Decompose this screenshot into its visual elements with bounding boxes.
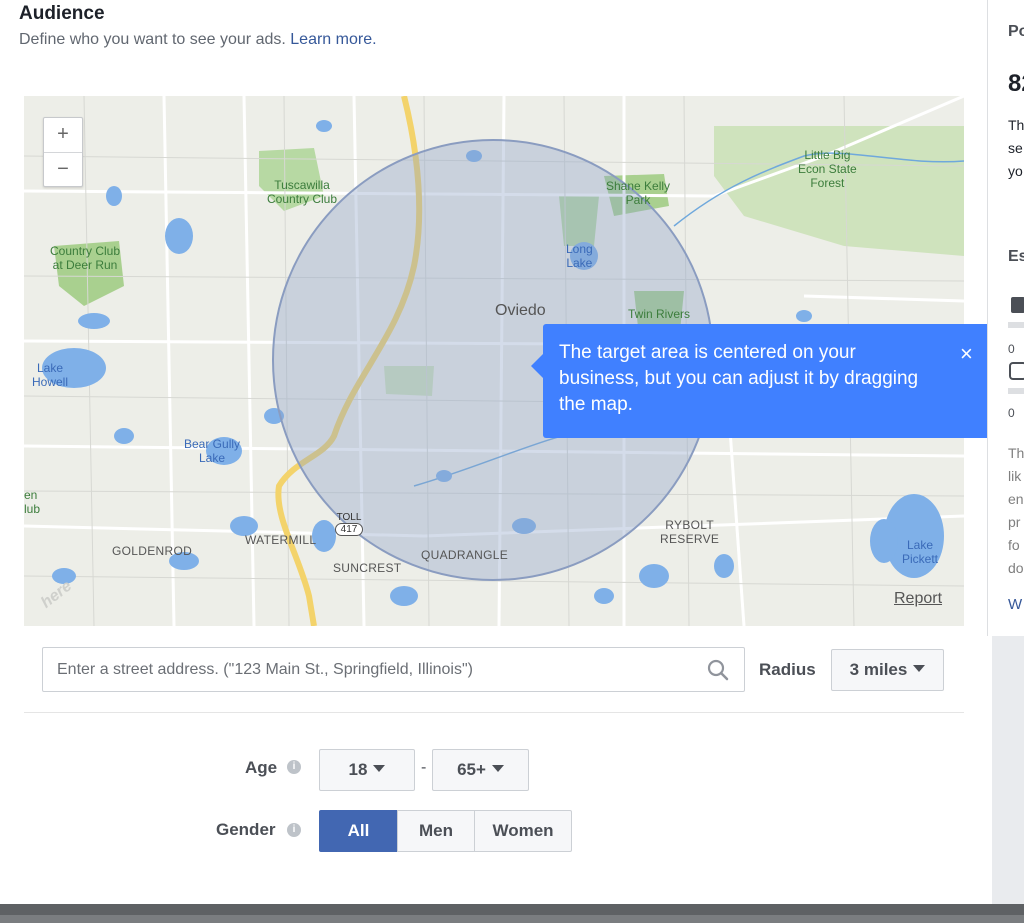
age-min-value: 18 — [348, 760, 368, 779]
right-panel-text-2: se — [1008, 140, 1023, 156]
audience-subtitle-text: Define who you want to see your ads. — [19, 31, 286, 48]
zoom-in-button[interactable]: + — [44, 118, 82, 153]
radius-value: 3 miles — [849, 660, 908, 679]
tooltip-text: The target area is centered on your busi… — [559, 342, 919, 415]
right-panel: Po 82 Th se yo Es 0 0 Th lik en pr fo do… — [987, 0, 1024, 636]
map-label-watermill: WATERMILL — [245, 533, 317, 547]
right-panel-para-4: pr — [1008, 514, 1021, 530]
gender-women-button[interactable]: Women — [474, 810, 572, 852]
map-label-long-lake: Long Lake — [566, 242, 593, 270]
age-separator: - — [421, 759, 427, 776]
map-label-twin-rivers: Twin Rivers — [628, 307, 691, 321]
map-tooltip: The target area is centered on your busi… — [531, 324, 998, 438]
bottom-strip — [0, 915, 1024, 923]
right-panel-para-3: en — [1008, 491, 1024, 507]
map-label-goldenrod: GOLDENROD — [112, 544, 193, 558]
right-panel-background — [992, 636, 1024, 904]
radius-label: Radius — [759, 660, 816, 679]
close-icon[interactable]: × — [960, 343, 973, 365]
right-panel-heading: Po — [1008, 23, 1024, 40]
estimate-count-2: 0 — [1008, 406, 1015, 420]
toll-road-badge: TOLL 417 — [329, 512, 369, 536]
age-min-dropdown[interactable]: 18 — [319, 749, 415, 791]
map-label-bear-gully: Bear Gully Lake — [184, 437, 241, 465]
age-max-value: 65+ — [457, 760, 486, 779]
learn-more-link[interactable]: Learn more. — [290, 31, 376, 48]
section-divider — [24, 712, 964, 713]
right-panel-text-1: Th — [1008, 117, 1024, 133]
facebook-icon — [1011, 297, 1024, 313]
route-shield: 417 — [334, 523, 364, 536]
gender-men-button[interactable]: Men — [397, 810, 475, 852]
right-panel-est-heading: Es — [1008, 248, 1024, 265]
map-label-edge-club: en lub — [24, 488, 41, 516]
map-label-country-club-deer-run: Country Club at Deer Run — [50, 244, 121, 272]
gender-label: Gender — [216, 820, 276, 839]
instagram-icon — [1009, 362, 1024, 380]
audience-subtitle: Define who you want to see your ads. Lea… — [19, 31, 377, 49]
audience-title: Audience — [19, 3, 105, 24]
map-label-lake-pickett: Lake Pickett — [902, 538, 939, 566]
right-panel-text-3: yo — [1008, 163, 1023, 179]
report-link[interactable]: Report — [894, 590, 942, 608]
search-icon[interactable] — [707, 659, 729, 681]
map-label-shane-kelly: Shane Kelly Park — [606, 179, 671, 207]
right-panel-link[interactable]: W — [1008, 596, 1022, 613]
chevron-down-icon — [913, 665, 926, 673]
right-panel-number: 82 — [1008, 70, 1024, 97]
estimate-count-1: 0 — [1008, 342, 1015, 356]
estimate-bar — [1008, 388, 1024, 394]
tooltip-arrow — [531, 354, 543, 378]
map-zoom-control: + − — [43, 117, 83, 187]
toll-label: TOLL — [336, 512, 362, 523]
right-panel-para-2: lik — [1008, 468, 1022, 484]
map-label-suncrest: SUNCREST — [333, 561, 402, 575]
map-label-lake-howell: Lake Howell — [32, 361, 69, 389]
map-label-oviedo: Oviedo — [495, 302, 546, 319]
age-max-dropdown[interactable]: 65+ — [432, 749, 529, 791]
bottom-bar — [0, 904, 1024, 923]
address-placeholder: Enter a street address. ("123 Main St., … — [57, 661, 473, 678]
zoom-out-button[interactable]: − — [44, 153, 82, 187]
radius-dropdown[interactable]: 3 miles — [831, 649, 944, 691]
right-panel-para-6: do — [1008, 560, 1024, 576]
map-label-rybolt: RYBOLT RESERVE — [660, 518, 720, 546]
right-panel-para-5: fo — [1008, 537, 1020, 553]
map-label-tuscawilla: Tuscawilla Country Club — [267, 178, 338, 206]
info-icon[interactable]: i — [287, 760, 301, 774]
map-label-little-big-econ: Little Big Econ State Forest — [798, 148, 857, 190]
chevron-down-icon — [491, 765, 504, 773]
gender-all-button[interactable]: All — [319, 810, 398, 852]
age-label: Age — [245, 758, 278, 777]
info-icon[interactable]: i — [287, 823, 301, 837]
map-label-quadrangle: QUADRANGLE — [421, 548, 509, 562]
estimate-bar — [1008, 322, 1024, 328]
right-panel-para-1: Th — [1008, 445, 1024, 461]
chevron-down-icon — [373, 765, 386, 773]
address-search-input[interactable]: Enter a street address. ("123 Main St., … — [42, 647, 745, 692]
